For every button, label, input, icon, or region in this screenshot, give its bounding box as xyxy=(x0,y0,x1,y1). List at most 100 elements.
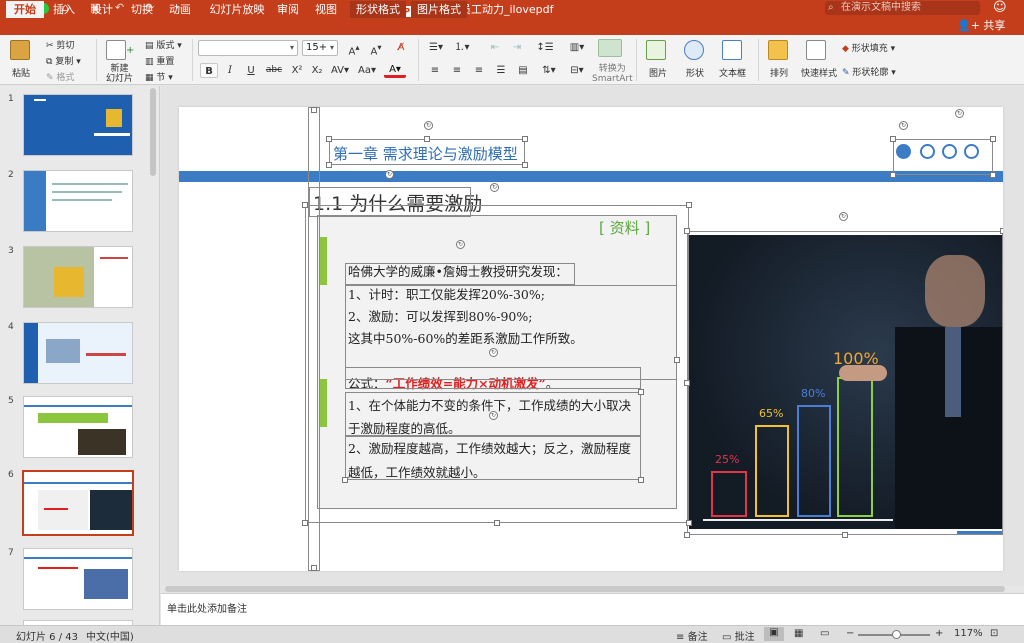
textbox-label[interactable]: 文本框 xyxy=(719,66,746,79)
font-color-icon[interactable]: A▾ xyxy=(384,63,406,78)
new-slide-label[interactable]: 新建 幻灯片 xyxy=(106,64,133,84)
rotate-handle-icon[interactable]: ↻ xyxy=(489,411,498,420)
shape-outline-button[interactable]: ✎ 形状轮廓 ▾ xyxy=(842,65,896,78)
zoom-in-icon[interactable]: + xyxy=(935,628,943,639)
font-name-select[interactable]: ▾ xyxy=(198,40,298,56)
slide-thumbnail[interactable] xyxy=(23,396,133,458)
slide-thumbnail[interactable] xyxy=(23,170,133,232)
underline-button[interactable]: U xyxy=(242,63,260,78)
new-slide-icon[interactable] xyxy=(106,40,126,60)
selection-frame[interactable] xyxy=(345,436,641,480)
font-size-select[interactable]: 15+ ▾ xyxy=(302,40,338,56)
resize-handle[interactable] xyxy=(990,136,996,142)
slide-thumbnail[interactable] xyxy=(23,548,133,610)
notes-pane[interactable]: 单击此处添加备注 xyxy=(161,593,1024,625)
numbering-icon[interactable]: ⒈▾ xyxy=(450,40,474,55)
tab-home[interactable]: 开始 xyxy=(6,1,44,18)
zoom-slider-thumb[interactable] xyxy=(892,630,901,639)
cut-button[interactable]: ✂ 剪切 xyxy=(46,38,74,51)
shape-label[interactable]: 形状 xyxy=(686,66,704,79)
selection-frame[interactable] xyxy=(345,263,575,285)
horizontal-scrollbar[interactable] xyxy=(165,586,1005,592)
char-spacing-icon[interactable]: AV▾ xyxy=(330,63,350,78)
bullets-icon[interactable]: ☰▾ xyxy=(426,40,446,55)
zoom-level[interactable]: 117% xyxy=(954,628,983,639)
align-right-icon[interactable]: ≡ xyxy=(470,63,488,78)
thumbnail-scrollbar[interactable] xyxy=(150,88,156,176)
selection-frame[interactable] xyxy=(345,285,677,380)
tab-view[interactable]: 视图 xyxy=(312,1,340,18)
textbox-icon[interactable] xyxy=(722,40,742,60)
arrange-label[interactable]: 排列 xyxy=(770,66,788,79)
bold-button[interactable]: B xyxy=(200,63,218,78)
tab-picture-format[interactable]: 图片格式 xyxy=(411,1,467,18)
undo-icon[interactable]: ↶ xyxy=(115,1,124,14)
resize-handle[interactable] xyxy=(842,532,848,538)
convert-smartart-label[interactable]: 转换为 SmartArt xyxy=(592,64,633,84)
justify-icon[interactable]: ☰ xyxy=(492,63,510,78)
picture-label[interactable]: 图片 xyxy=(649,66,667,79)
slide-thumbnail[interactable] xyxy=(23,322,133,384)
slide[interactable]: 第一章 需求理论与激励模型 1.1 为什么需要激励 [ 资料 ] 哈佛大学的威廉… xyxy=(179,107,1003,571)
clear-format-icon[interactable]: A̸ xyxy=(392,40,410,55)
paste-label[interactable]: 粘贴 xyxy=(12,66,30,79)
shape-icon[interactable] xyxy=(684,40,704,60)
resize-handle[interactable] xyxy=(311,565,317,571)
reset-button[interactable]: ▥ 重置 xyxy=(145,54,174,67)
reading-view-icon[interactable]: ▭ xyxy=(820,628,829,639)
resize-handle[interactable] xyxy=(522,136,528,142)
resize-handle[interactable] xyxy=(684,532,690,538)
language-indicator[interactable]: 中文(中国) xyxy=(86,628,134,643)
zoom-out-icon[interactable]: − xyxy=(846,628,854,639)
superscript-button[interactable]: X² xyxy=(288,63,306,78)
tab-transitions[interactable]: 切换 xyxy=(128,1,156,18)
picture-icon[interactable] xyxy=(646,40,666,60)
copy-button[interactable]: ⧉ 复制 ▾ xyxy=(46,54,81,67)
quick-styles-icon[interactable] xyxy=(806,40,826,60)
notes-toggle-button[interactable]: ≡ 备注 xyxy=(676,628,708,643)
resize-handle[interactable] xyxy=(638,389,644,395)
shape-fill-button[interactable]: ◆ 形状填充 ▾ xyxy=(842,41,895,54)
resize-handle[interactable] xyxy=(522,162,528,168)
resize-handle[interactable] xyxy=(311,107,317,113)
rotate-handle-icon[interactable]: ↻ xyxy=(424,121,433,130)
resize-handle[interactable] xyxy=(424,136,430,142)
resize-handle[interactable] xyxy=(494,520,500,526)
resize-handle[interactable] xyxy=(686,520,692,526)
resize-handle[interactable] xyxy=(326,136,332,142)
resize-handle[interactable] xyxy=(990,172,996,178)
italic-button[interactable]: I xyxy=(221,63,239,78)
notes-placeholder[interactable]: 单击此处添加备注 xyxy=(167,600,247,615)
slide-thumbnail[interactable] xyxy=(23,246,133,308)
selection-frame[interactable] xyxy=(308,107,320,571)
rotate-handle-icon[interactable]: ↻ xyxy=(456,240,465,249)
align-center-icon[interactable]: ≡ xyxy=(448,63,466,78)
tab-slideshow[interactable]: 幻灯片放映 xyxy=(206,1,268,18)
normal-view-icon[interactable]: ▣ xyxy=(764,627,784,641)
tab-design[interactable]: 设计 xyxy=(88,1,116,18)
resize-handle[interactable] xyxy=(686,202,692,208)
rotate-handle-icon[interactable]: ↻ xyxy=(490,183,499,192)
grow-font-button[interactable]: A▴ xyxy=(344,40,364,57)
share-button[interactable]: 👤+ 共享 xyxy=(957,18,1005,34)
search-input[interactable]: ⌕ 在演示文稿中搜索 xyxy=(825,1,980,15)
paste-icon[interactable] xyxy=(10,40,30,60)
rotate-handle-icon[interactable]: ↻ xyxy=(955,109,964,118)
layout-button[interactable]: ▤ 版式 ▾ xyxy=(145,38,182,51)
slide-thumbnail-selected[interactable] xyxy=(22,470,134,536)
rotate-handle-icon[interactable]: ↻ xyxy=(489,348,498,357)
align-text-icon[interactable]: ⊟▾ xyxy=(566,63,588,78)
increase-indent-icon[interactable]: ⇥ xyxy=(508,40,526,55)
tab-review[interactable]: 审阅 xyxy=(274,1,302,18)
line-spacing-icon[interactable]: ↕☰ xyxy=(534,40,556,55)
selection-frame[interactable] xyxy=(329,139,525,165)
selection-frame[interactable] xyxy=(345,367,641,389)
slide-sorter-icon[interactable]: ▦ xyxy=(794,628,803,639)
resize-handle[interactable] xyxy=(302,520,308,526)
rotate-handle-icon[interactable]: ↻ xyxy=(385,170,394,179)
selection-frame[interactable] xyxy=(893,139,993,175)
selection-frame[interactable] xyxy=(687,231,1003,535)
resize-handle[interactable] xyxy=(638,477,644,483)
resize-handle[interactable] xyxy=(684,228,690,234)
resize-handle[interactable] xyxy=(1000,228,1003,234)
